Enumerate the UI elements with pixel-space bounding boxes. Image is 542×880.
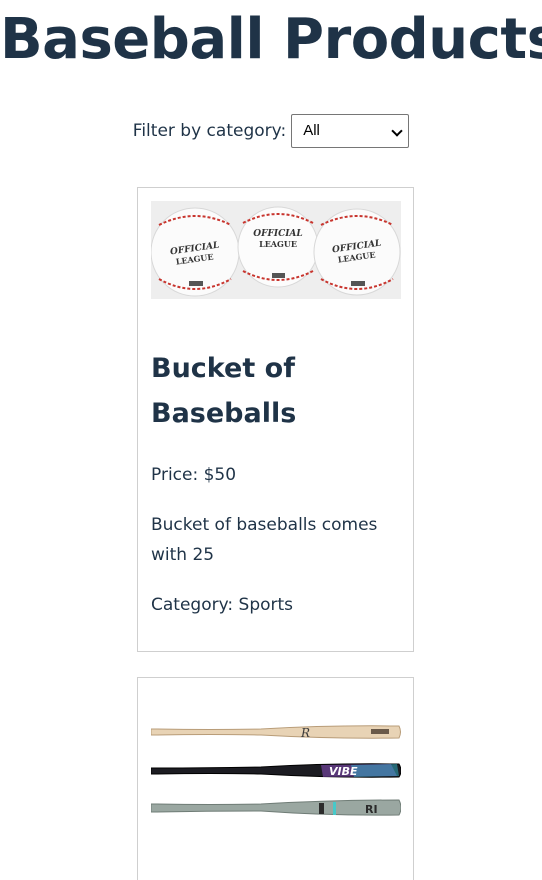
- baseball-icon: OFFICIAL LEAGUE: [150, 207, 240, 297]
- baseballs-illustration: OFFICIAL LEAGUE OFFICIAL LEAGUE OFFICIAL…: [150, 201, 401, 299]
- baseball-bats-image: R VIBE RI: [150, 708, 402, 816]
- product-description: Bucket of baseballs comes with 25: [151, 515, 378, 565]
- page: Baseball Products Filter by category: Al…: [0, 0, 542, 880]
- filter-label: Filter by category:: [132, 121, 287, 141]
- svg-text:RI: RI: [365, 803, 378, 816]
- product-card: R VIBE RI: [137, 677, 414, 880]
- svg-text:R: R: [300, 726, 310, 740]
- product-name: Bucket of Baseballs: [151, 353, 297, 429]
- svg-text:OFFICIAL: OFFICIAL: [253, 229, 303, 239]
- category-select[interactable]: All: [291, 114, 410, 148]
- svg-text:LEAGUE: LEAGUE: [259, 239, 297, 249]
- chevron-down-icon: [391, 125, 403, 137]
- baseballs-image: OFFICIAL LEAGUE OFFICIAL LEAGUE OFFICIAL…: [150, 201, 401, 299]
- baseball-icon: OFFICIAL LEAGUE: [313, 208, 401, 296]
- bat-icon: VIBE: [150, 763, 402, 778]
- product-category: Category: Sports: [151, 595, 294, 615]
- bat-icon: RI: [150, 799, 402, 816]
- category-select-value: All: [303, 122, 320, 139]
- product-card: OFFICIAL LEAGUE OFFICIAL LEAGUE OFFICIAL…: [137, 187, 414, 652]
- baseball-bats-illustration: R VIBE RI: [150, 725, 402, 816]
- svg-text:VIBE: VIBE: [329, 765, 358, 778]
- baseball-icon: OFFICIAL LEAGUE: [237, 206, 319, 288]
- bat-icon: R: [150, 725, 401, 740]
- page-title: Baseball Products: [0, 7, 542, 72]
- product-price: Price: $50: [151, 465, 237, 485]
- category-filter: Filter by category: All: [0, 114, 542, 148]
